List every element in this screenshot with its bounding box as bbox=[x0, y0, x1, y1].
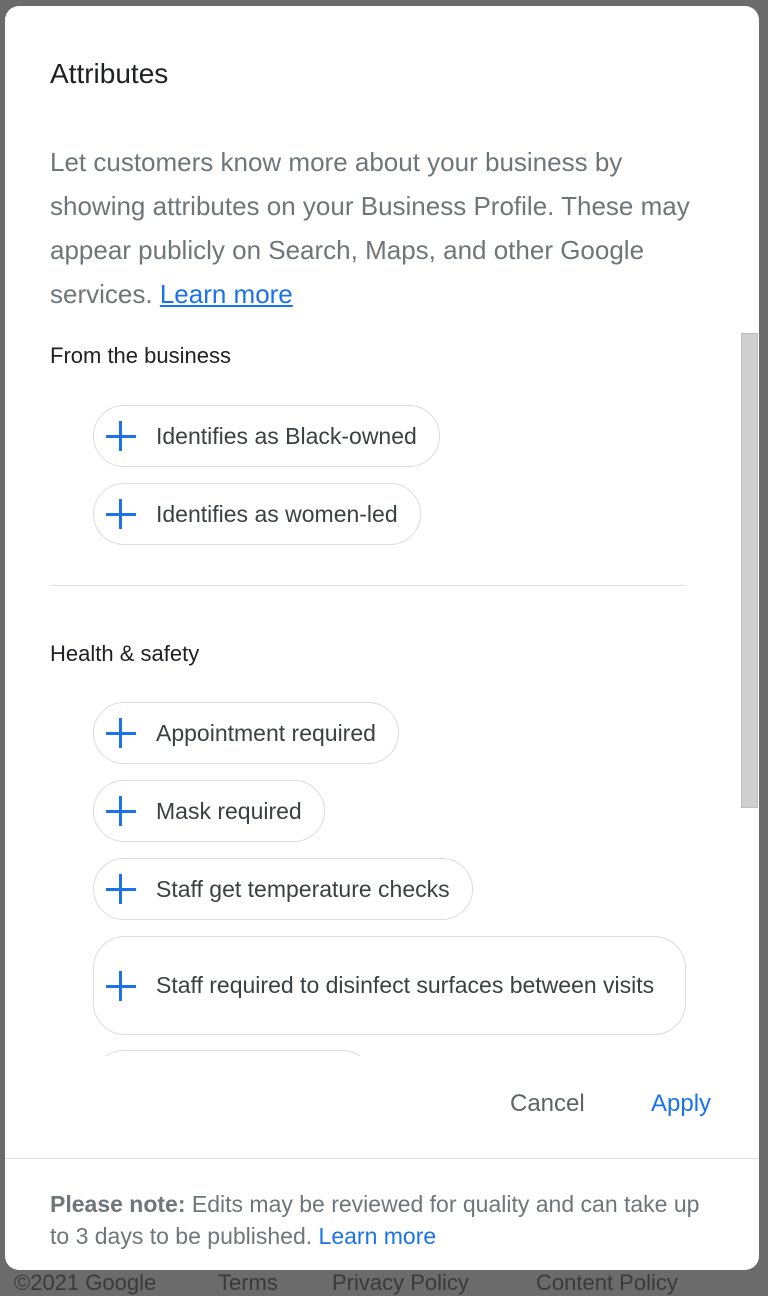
cancel-button[interactable]: Cancel bbox=[510, 1090, 585, 1118]
chip-staff-temperature-checks[interactable]: Staff get temperature checks bbox=[93, 858, 473, 920]
attributes-dialog: Attributes Let customers know more about… bbox=[5, 6, 759, 1270]
section-divider bbox=[50, 585, 686, 586]
review-note: Please note: Edits may be reviewed for q… bbox=[50, 1188, 710, 1252]
chip-staff-disinfect-surfaces[interactable]: Staff required to disinfect surfaces bet… bbox=[93, 936, 686, 1035]
chip-label: Identifies as women-led bbox=[156, 500, 398, 527]
dialog-title: Attributes bbox=[50, 58, 169, 89]
footer-privacy-link[interactable]: Privacy Policy bbox=[332, 1270, 469, 1296]
chip-label: Staff get temperature checks bbox=[156, 875, 450, 902]
plus-icon bbox=[104, 497, 138, 531]
description-text: Let customers know more about your busin… bbox=[50, 147, 690, 309]
chip-appointment-required[interactable]: Appointment required bbox=[93, 702, 399, 764]
footer-divider bbox=[5, 1158, 759, 1159]
plus-icon bbox=[104, 969, 138, 1003]
apply-button[interactable]: Apply bbox=[651, 1090, 711, 1118]
dialog-description: Let customers know more about your busin… bbox=[50, 140, 720, 316]
background-footer: ©2021 Google Terms Privacy Policy Conten… bbox=[0, 1270, 768, 1295]
section-title-health-safety: Health & safety bbox=[50, 641, 200, 666]
chip-label: Mask required bbox=[156, 797, 302, 824]
plus-icon bbox=[104, 872, 138, 906]
chip-partially-hidden[interactable] bbox=[93, 1050, 373, 1056]
chip-label: Identifies as Black-owned bbox=[156, 422, 417, 449]
plus-icon bbox=[104, 794, 138, 828]
chip-black-owned[interactable]: Identifies as Black-owned bbox=[93, 405, 440, 467]
footer-copyright: ©2021 Google bbox=[14, 1270, 157, 1295]
chip-label: Staff required to disinfect surfaces bet… bbox=[156, 972, 655, 998]
note-label: Please note: bbox=[50, 1191, 186, 1217]
learn-more-link[interactable]: Learn more bbox=[160, 279, 293, 309]
chip-mask-required[interactable]: Mask required bbox=[93, 780, 325, 842]
chip-label: Appointment required bbox=[156, 719, 376, 746]
footer-terms-link[interactable]: Terms bbox=[218, 1270, 278, 1296]
plus-icon bbox=[104, 419, 138, 453]
chip-women-led[interactable]: Identifies as women-led bbox=[93, 483, 421, 545]
footer-content-policy-link[interactable]: Content Policy bbox=[536, 1270, 678, 1296]
plus-icon bbox=[104, 716, 138, 750]
scrollbar-thumb[interactable] bbox=[741, 333, 758, 808]
section-title-from-the-business: From the business bbox=[50, 343, 231, 368]
note-learn-more-link[interactable]: Learn more bbox=[319, 1223, 437, 1249]
attributes-scroll-area[interactable]: From the business Identifies as Black-ow… bbox=[5, 331, 759, 1056]
